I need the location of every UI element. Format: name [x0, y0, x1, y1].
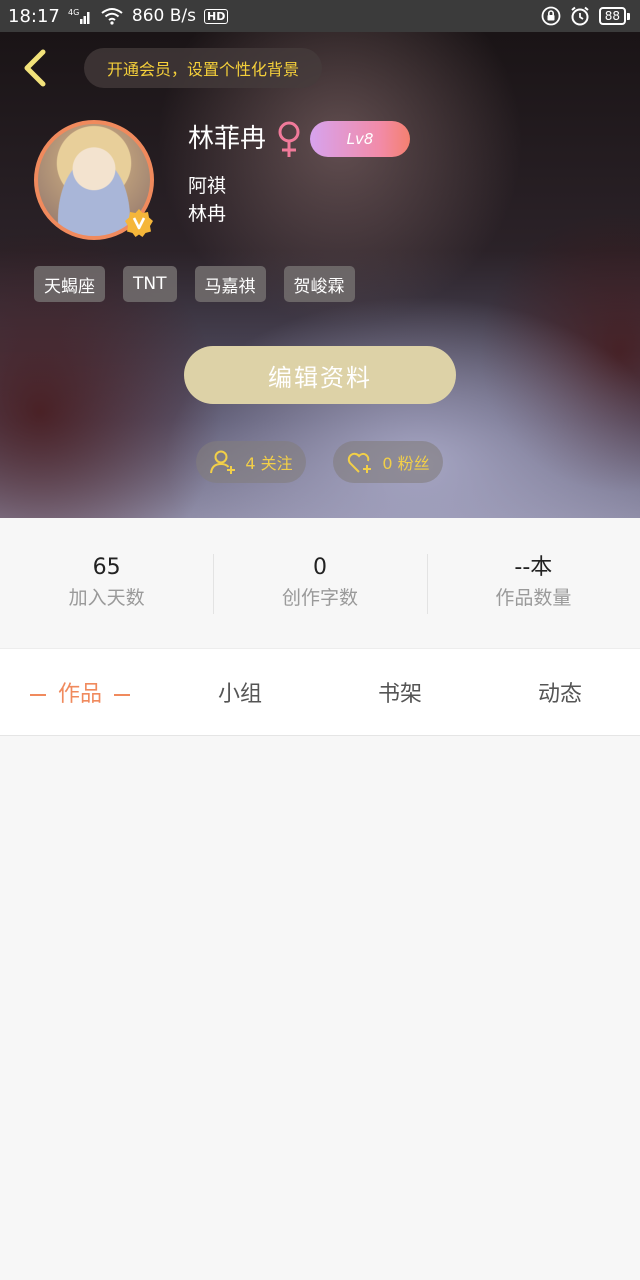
network-speed: 860 B/s: [131, 6, 196, 26]
heart-add-icon: [348, 452, 372, 473]
back-arrow-icon: [24, 49, 46, 87]
alarm-icon: [569, 5, 591, 27]
wifi-icon: [100, 7, 124, 25]
bio-line: 林冉: [188, 203, 227, 225]
female-icon: [278, 121, 300, 157]
tab-bookshelf[interactable]: 书架: [320, 676, 480, 708]
stat-works-count[interactable]: --本 作品数量: [426, 554, 640, 614]
svg-text:4G: 4G: [68, 8, 79, 17]
username: 林菲冉: [188, 124, 267, 154]
tag-item[interactable]: TNT: [123, 266, 177, 302]
tab-content-area: [0, 736, 640, 1280]
tag-item[interactable]: 天蝎座: [34, 266, 105, 302]
bio-line: 阿祺: [188, 175, 227, 197]
stat-label: 创作字数: [281, 587, 358, 609]
fans-button[interactable]: 0 粉丝: [333, 441, 443, 483]
signal-icon: 4G: [68, 7, 92, 25]
fans-count: 0 粉丝: [382, 454, 430, 473]
status-time: 18:17: [8, 5, 60, 27]
tab-groups[interactable]: 小组: [160, 676, 320, 708]
vip-prompt-button[interactable]: 开通会员，设置个性化背景: [84, 48, 322, 88]
status-right: 88: [541, 5, 630, 27]
stats-bar: 65 加入天数 0 创作字数 --本 作品数量: [0, 518, 640, 648]
tab-indicator: [114, 694, 130, 696]
stat-value: 0: [312, 555, 327, 580]
following-count: 4 关注: [245, 454, 293, 473]
tab-label: 小组: [217, 682, 262, 707]
tag-item[interactable]: 马嘉祺: [194, 266, 266, 302]
status-bar: 18:17 4G 860 B/s HD 88: [0, 0, 640, 32]
tab-label: 书架: [377, 682, 422, 707]
tab-indicator: [29, 694, 46, 696]
avatar[interactable]: [34, 120, 154, 240]
tab-activity[interactable]: 动态: [480, 676, 640, 708]
stat-label: 作品数量: [495, 587, 572, 609]
profile-header: 开通会员，设置个性化背景 林菲冉 Lv8 阿祺 林冉 天蝎座 TNT 马嘉祺 贺…: [0, 32, 640, 518]
tag-item[interactable]: 贺峻霖: [283, 266, 355, 302]
status-left: 18:17 4G 860 B/s HD: [8, 5, 229, 27]
tag-list: 天蝎座 TNT 马嘉祺 贺峻霖: [34, 266, 355, 302]
stat-value: --本: [514, 555, 553, 580]
battery-level: 88: [598, 7, 626, 25]
stat-word-count[interactable]: 0 创作字数: [213, 554, 426, 614]
stat-value: 65: [92, 555, 121, 580]
tab-bar: 作品 小组 书架 动态: [0, 648, 640, 736]
tab-label: 作品: [57, 682, 102, 707]
back-button[interactable]: [18, 46, 52, 90]
tab-label: 动态: [537, 682, 582, 707]
following-button[interactable]: 4 关注: [196, 441, 306, 483]
stat-label: 加入天数: [68, 587, 145, 609]
lock-icon: [541, 6, 561, 26]
hd-icon: HD: [203, 8, 229, 24]
edit-profile-button[interactable]: 编辑资料: [184, 346, 456, 404]
battery-tip: [627, 12, 630, 20]
battery-icon: 88: [598, 7, 630, 25]
stat-join-days[interactable]: 65 加入天数: [0, 554, 213, 612]
level-badge: Lv8: [310, 121, 410, 157]
verified-badge-icon: [124, 208, 154, 238]
user-add-icon: [210, 450, 236, 474]
tab-works[interactable]: 作品: [0, 676, 160, 708]
